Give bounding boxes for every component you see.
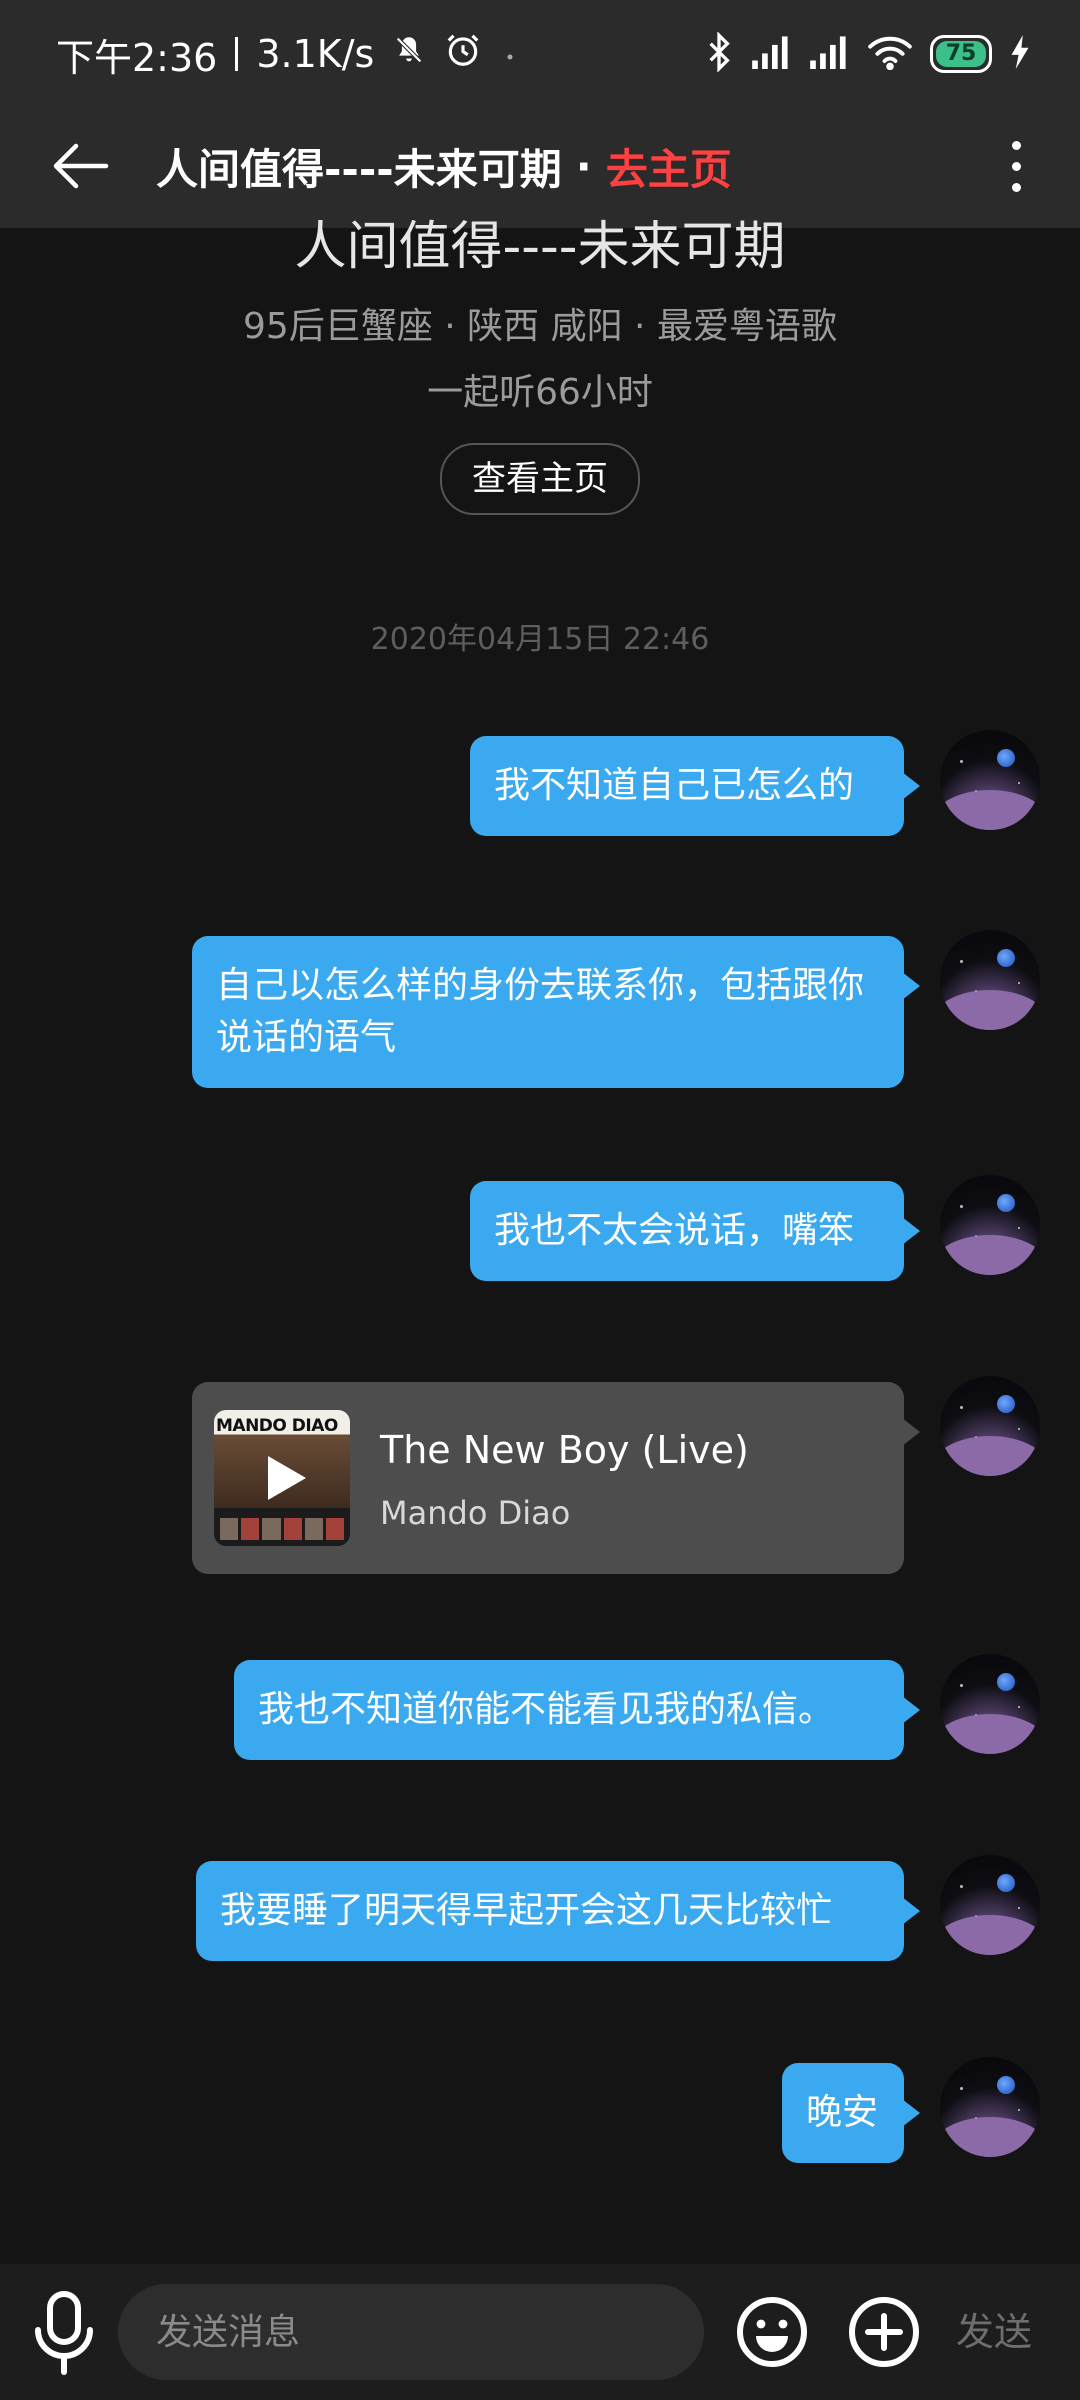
send-button[interactable]: 发送 <box>956 2300 1032 2364</box>
microphone-icon <box>35 2291 93 2375</box>
profile-tags: 95后巨蟹座 · 陕西 咸阳 · 最爱粤语歌 <box>243 306 837 347</box>
mute-icon <box>392 32 426 76</box>
emoji-button[interactable] <box>734 2294 810 2370</box>
go-home-link[interactable]: 去主页 <box>606 136 732 197</box>
avatar[interactable] <box>940 930 1040 1030</box>
notification-icon <box>500 32 520 76</box>
album-band-text: MANDO DIAO <box>216 1416 338 1436</box>
listen-together-duration: 一起听66小时 <box>427 372 653 413</box>
planet-icon <box>997 2076 1015 2094</box>
bluetooth-icon <box>704 31 734 76</box>
plus-circle-icon <box>849 2297 919 2367</box>
message-bubble[interactable]: 我也不知道你能不能看见我的私信。 <box>234 1660 920 1760</box>
dot <box>1011 182 1021 192</box>
alarm-icon <box>444 31 482 78</box>
planet-icon <box>997 1395 1015 1413</box>
song-artist: Mando Diao <box>380 1494 571 1532</box>
planet-icon <box>997 949 1015 967</box>
avatar[interactable] <box>940 730 1040 830</box>
message-bubble[interactable]: 晚安 <box>782 2063 920 2163</box>
nav-title: 人间值得----未来可期 · 去主页 <box>156 104 732 228</box>
avatar[interactable] <box>940 1175 1040 1275</box>
message-text: 晚安 <box>806 2092 879 2133</box>
message-bubble[interactable]: 自己以怎么样的身份去联系你，包括跟你说话的语气 <box>192 936 920 1088</box>
status-left: 下午2:36 3.1K/s <box>56 24 520 84</box>
status-divider <box>235 37 239 71</box>
status-right: 75 <box>704 24 1030 84</box>
emoji-icon <box>737 2297 807 2367</box>
message-text: 我也不太会说话，嘴笨 <box>494 1210 855 1251</box>
charging-icon <box>1010 35 1030 73</box>
dot <box>1011 161 1021 171</box>
song-title: The New Boy (Live) <box>380 1428 749 1472</box>
song-share-card[interactable]: MANDO DIAO The New Boy (Live) Mando Diao <box>192 1382 920 1574</box>
more-menu-button[interactable] <box>980 126 1052 206</box>
view-homepage-button[interactable]: 查看主页 <box>440 443 640 515</box>
profile-name: 人间值得----未来可期 <box>294 217 786 277</box>
play-icon[interactable] <box>268 1456 306 1500</box>
chat-timestamp: 2020年04月15日 22:46 <box>370 622 710 657</box>
battery-level: 75 <box>936 41 986 67</box>
title-separator: · <box>575 141 592 191</box>
avatar[interactable] <box>940 2057 1040 2157</box>
message-text: 我不知道自己已怎么的 <box>494 765 855 806</box>
conversation-title: 人间值得----未来可期 <box>156 144 562 194</box>
status-bar: 下午2:36 3.1K/s 75 <box>0 0 1080 104</box>
voice-input-button[interactable] <box>28 2288 100 2376</box>
arrow-left-icon <box>53 143 109 189</box>
wifi-icon <box>868 34 912 74</box>
planet-icon <box>997 1673 1015 1691</box>
profile-header: 人间值得----未来可期 95后巨蟹座 · 陕西 咸阳 · 最爱粤语歌 一起听6… <box>0 215 1080 515</box>
message-bubble[interactable]: 我要睡了明天得早起开会这几天比较忙 <box>196 1861 920 1961</box>
message-input[interactable] <box>118 2284 704 2380</box>
avatar[interactable] <box>940 1376 1040 1476</box>
back-button[interactable] <box>40 126 120 206</box>
avatar[interactable] <box>940 1855 1040 1955</box>
attach-button[interactable] <box>846 2294 922 2370</box>
signal-icon-2 <box>810 35 850 73</box>
network-speed: 3.1K/s <box>256 32 375 76</box>
avatar[interactable] <box>940 1654 1040 1754</box>
dot <box>1011 140 1021 150</box>
battery-icon: 75 <box>930 35 992 73</box>
planet-icon <box>997 749 1015 767</box>
planet-icon <box>997 1194 1015 1212</box>
message-text: 我要睡了明天得早起开会这几天比较忙 <box>220 1890 833 1931</box>
status-time: 下午2:36 <box>56 35 218 80</box>
album-cover: MANDO DIAO <box>214 1410 350 1546</box>
nav-bar: 人间值得----未来可期 · 去主页 <box>0 104 1080 228</box>
message-input-bar: 发送 <box>0 2264 1080 2400</box>
message-text: 我也不知道你能不能看见我的私信。 <box>258 1689 835 1730</box>
planet-icon <box>997 1874 1015 1892</box>
message-bubble[interactable]: 我也不太会说话，嘴笨 <box>470 1181 920 1281</box>
message-text: 自己以怎么样的身份去联系你，包括跟你说话的语气 <box>216 965 865 1058</box>
signal-icon <box>752 35 792 73</box>
message-bubble[interactable]: 我不知道自己已怎么的 <box>470 736 920 836</box>
